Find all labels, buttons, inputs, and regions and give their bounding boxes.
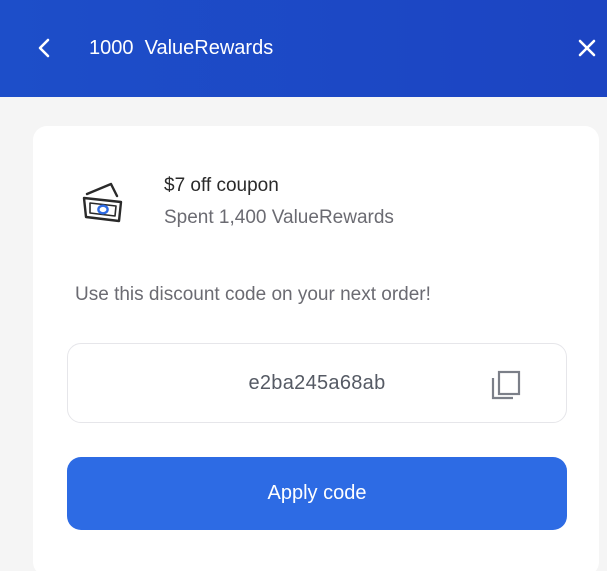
header-bar: 1000 ValueRewards bbox=[0, 0, 607, 97]
discount-code-box: e2ba245a68ab bbox=[67, 343, 567, 423]
cash-icon bbox=[82, 182, 123, 223]
chevron-left-icon bbox=[38, 38, 50, 58]
coupon-spent-text: Spent 1,400 ValueRewards bbox=[164, 207, 394, 228]
close-button[interactable] bbox=[571, 32, 603, 64]
back-button[interactable] bbox=[30, 32, 58, 64]
coupon-card: $7 off coupon Spent 1,400 ValueRewards U… bbox=[33, 126, 599, 571]
header-title: 1000 ValueRewards bbox=[89, 37, 274, 59]
copy-icon[interactable] bbox=[489, 368, 523, 402]
instructions-text: Use this discount code on your next orde… bbox=[75, 284, 431, 305]
close-icon bbox=[578, 39, 596, 57]
coupon-title: $7 off coupon bbox=[164, 175, 279, 196]
apply-code-button[interactable]: Apply code bbox=[67, 457, 567, 530]
